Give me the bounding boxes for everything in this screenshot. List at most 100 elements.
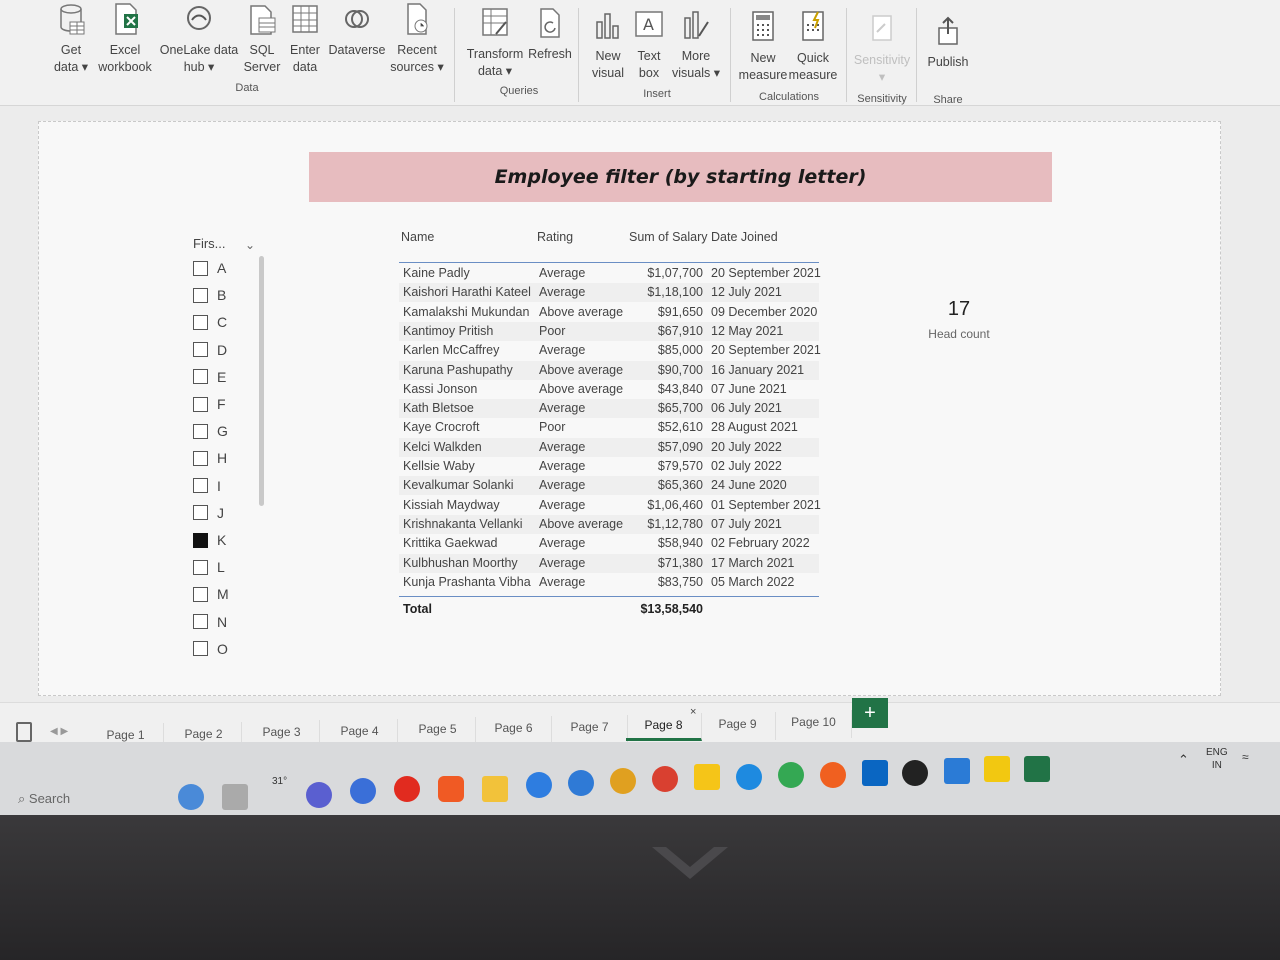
- chrome-canary-icon[interactable]: [610, 768, 636, 794]
- get-data-button[interactable]: Get data ▾: [50, 2, 92, 76]
- edge-icon[interactable]: [736, 764, 762, 790]
- bing-icon[interactable]: [178, 784, 204, 810]
- tab-page-7[interactable]: Page 7: [552, 714, 628, 743]
- add-page-button[interactable]: +: [852, 698, 888, 728]
- vscode-icon[interactable]: [944, 758, 970, 784]
- table-row[interactable]: Kulbhushan Moorthy Average $71,380 17 March…: [399, 553, 819, 573]
- checkbox[interactable]: [193, 478, 208, 494]
- letter-slicer[interactable]: Firs... ⌄ ABCDEFGHIJKLMNO: [193, 236, 273, 666]
- file-explorer-icon[interactable]: [482, 776, 508, 802]
- employee-table[interactable]: Name Rating Sum of Salary Date Joined Ka…: [399, 230, 821, 616]
- slicer-item-d[interactable]: D: [193, 340, 227, 360]
- checkbox[interactable]: [193, 614, 208, 630]
- slicer-item-n[interactable]: N: [193, 612, 227, 632]
- table-row[interactable]: Kellsie Waby Average $79,570 02 July 2022: [399, 457, 819, 476]
- firefox-icon[interactable]: [820, 762, 846, 788]
- text-box-button[interactable]: A Text box: [630, 8, 668, 82]
- sensitivity-button[interactable]: Sensitivity ▾: [852, 12, 912, 86]
- opera-icon[interactable]: [394, 776, 420, 802]
- table-row[interactable]: Kamalakshi Mukundan Above average $91,650 0…: [399, 303, 819, 322]
- chevron-up-icon[interactable]: ⌃: [1178, 752, 1189, 768]
- title-banner[interactable]: Employee filter (by starting letter): [309, 152, 1052, 202]
- table-row[interactable]: Kaye Crocroft Poor $52,610 28 August 2021: [399, 418, 819, 437]
- page-view-icon[interactable]: [16, 722, 32, 742]
- slicer-item-h[interactable]: H: [193, 448, 227, 468]
- table-row[interactable]: Kaishori Harathi Kateel Average $1,18,100 1…: [399, 283, 819, 303]
- power-bi-icon[interactable]: [984, 756, 1010, 782]
- github-icon[interactable]: [902, 760, 928, 786]
- sql-server-button[interactable]: SQL Server: [240, 2, 284, 76]
- weather-widget[interactable]: 31°: [272, 776, 287, 787]
- tab-page-9[interactable]: Page 9: [700, 711, 776, 740]
- close-icon[interactable]: ×: [690, 706, 696, 718]
- column-header-name[interactable]: Name: [401, 230, 434, 244]
- slicer-item-m[interactable]: M: [193, 584, 229, 604]
- linkedin-icon[interactable]: [862, 760, 888, 786]
- table-row[interactable]: Kath Bletsoe Average $65,700 06 July 2021: [399, 399, 819, 419]
- table-row[interactable]: Kissiah Maydway Average $1,06,460 01 Septem…: [399, 496, 821, 515]
- task-view-icon[interactable]: [222, 784, 248, 810]
- checkbox[interactable]: [193, 423, 208, 439]
- taskbar-search[interactable]: ⌕ Search: [0, 786, 170, 812]
- checkbox[interactable]: [193, 641, 208, 657]
- slicer-scrollbar[interactable]: [259, 256, 264, 506]
- slicer-item-o[interactable]: O: [193, 639, 228, 659]
- sticky-notes-icon[interactable]: [694, 764, 720, 790]
- publish-button[interactable]: Publish: [922, 14, 974, 71]
- slicer-item-b[interactable]: B: [193, 285, 226, 305]
- page-nav-arrows-icon[interactable]: ◀ ▶: [50, 726, 68, 737]
- checkbox[interactable]: [193, 450, 208, 466]
- table-row[interactable]: Kelci Walkden Average $57,090 20 July 2022: [399, 437, 819, 457]
- dataverse-button[interactable]: Dataverse: [326, 2, 388, 59]
- slicer-item-c[interactable]: C: [193, 312, 227, 332]
- checkbox[interactable]: [193, 559, 208, 575]
- chevron-down-icon[interactable]: ⌄: [245, 238, 255, 252]
- wifi-icon[interactable]: ≈: [1242, 750, 1249, 764]
- app-icon[interactable]: [350, 778, 376, 804]
- column-header-date[interactable]: Date Joined: [711, 230, 778, 244]
- table-row[interactable]: Kunja Prashanta Vibha Average $83,750 05 Ma…: [399, 573, 819, 592]
- slicer-item-f[interactable]: F: [193, 394, 226, 414]
- teams-icon[interactable]: [306, 782, 332, 808]
- edge-dev-icon[interactable]: [568, 770, 594, 796]
- checkbox[interactable]: [193, 314, 208, 330]
- slicer-item-e[interactable]: E: [193, 367, 226, 387]
- checkbox[interactable]: [193, 396, 208, 412]
- quick-measure-button[interactable]: Quick measure: [788, 10, 838, 84]
- table-row[interactable]: Karuna Pashupathy Above average $90,700 16 …: [399, 360, 819, 380]
- refresh-button[interactable]: Refresh: [526, 6, 574, 63]
- language-indicator[interactable]: ENG IN: [1206, 746, 1228, 772]
- enter-data-button[interactable]: Enter data: [284, 2, 326, 76]
- slicer-item-k[interactable]: K: [193, 530, 226, 550]
- table-row[interactable]: Kassi Jonson Above average $43,840 07 June …: [399, 380, 819, 399]
- checkbox[interactable]: [193, 532, 208, 548]
- checkbox[interactable]: [193, 369, 208, 385]
- table-row[interactable]: Kaine Padly Average $1,07,700 20 September …: [399, 264, 821, 283]
- new-measure-button[interactable]: New measure: [738, 10, 788, 84]
- brave-icon[interactable]: [438, 776, 464, 802]
- table-row[interactable]: Kevalkumar Solanki Average $65,360 24 June …: [399, 476, 819, 496]
- recent-sources-button[interactable]: Recent sources ▾: [390, 2, 444, 76]
- table-row[interactable]: Krishnakanta Vellanki Above average $1,12,…: [399, 514, 819, 534]
- slicer-item-l[interactable]: L: [193, 557, 225, 577]
- headcount-card[interactable]: 17 Head count: [919, 298, 999, 341]
- checkbox[interactable]: [193, 505, 208, 521]
- slicer-item-i[interactable]: I: [193, 476, 221, 496]
- checkbox[interactable]: [193, 342, 208, 358]
- chrome-icon[interactable]: [652, 766, 678, 792]
- tab-page-6[interactable]: Page 6: [476, 716, 552, 744]
- onelake-hub-button[interactable]: OneLake data hub ▾: [158, 2, 240, 76]
- report-canvas[interactable]: Employee filter (by starting letter) Fir…: [38, 121, 1221, 696]
- mail-icon[interactable]: [526, 772, 552, 798]
- checkbox[interactable]: [193, 260, 208, 276]
- google-drive-icon[interactable]: [778, 762, 804, 788]
- tab-page-10[interactable]: Page 10: [776, 710, 852, 739]
- checkbox[interactable]: [193, 586, 208, 602]
- table-row[interactable]: Karlen McCaffrey Average $85,000 20 Septemb…: [399, 341, 821, 360]
- table-row[interactable]: Krittika Gaekwad Average $58,940 02 Februar…: [399, 534, 819, 553]
- excel-taskbar-icon[interactable]: [1024, 756, 1050, 782]
- transform-data-button[interactable]: Transform data ▾: [464, 6, 526, 80]
- slicer-item-a[interactable]: A: [193, 258, 226, 278]
- more-visuals-button[interactable]: More visuals ▾: [668, 8, 724, 82]
- new-visual-button[interactable]: New visual: [586, 8, 630, 82]
